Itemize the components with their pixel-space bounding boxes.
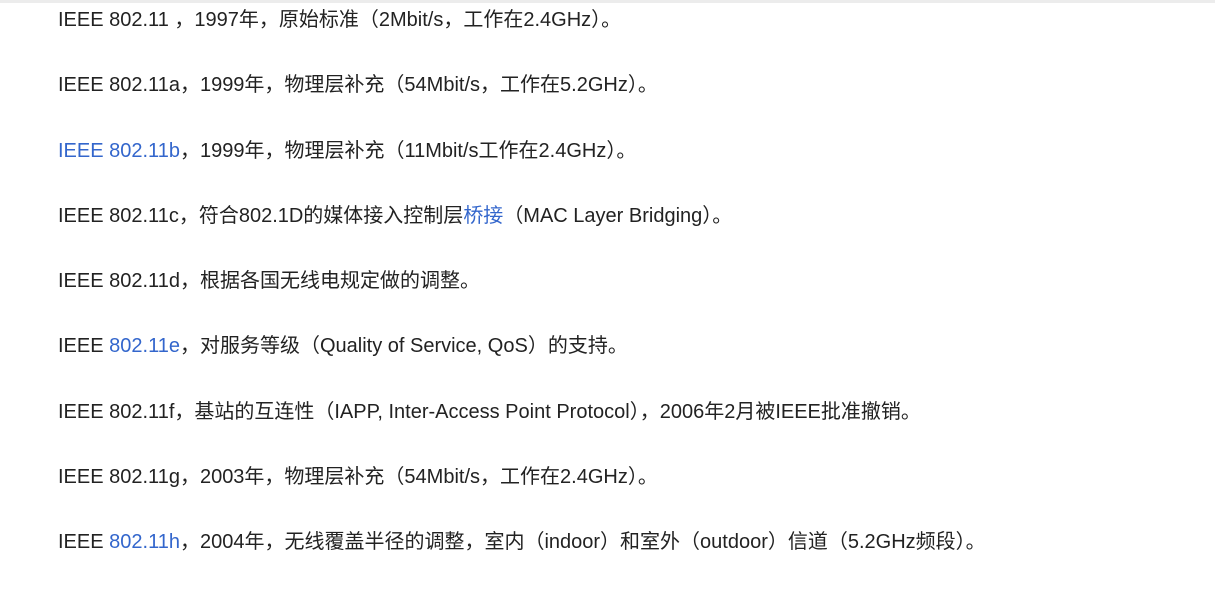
item-text: IEEE — [58, 335, 110, 358]
item-text: IEEE 802.11f，基站的互连性（IAPP, Inter-Access P… — [58, 400, 921, 423]
item-text: ，1999年，物理层补充（11Mbit/s工作在2.4GHz）。 — [179, 139, 637, 162]
list-item: IEEE 802.11e，对服务等级（Quality of Service, Q… — [58, 330, 986, 395]
item-text: IEEE — [58, 531, 110, 554]
item-text: （MAC Layer Bridging）。 — [503, 204, 733, 227]
list-item: IEEE 802.11c，符合802.1D的媒体接入控制层桥接（MAC Laye… — [58, 200, 986, 265]
text-link[interactable]: 802.11h — [109, 531, 180, 553]
list-item: IEEE 802.11g，2003年，物理层补充（54Mbit/s，工作在2.4… — [58, 461, 986, 526]
item-text: IEEE 802.11a，1999年，物理层补充（54Mbit/s，工作在5.2… — [58, 74, 658, 97]
item-text: ，对服务等级（Quality of Service, QoS）的支持。 — [179, 335, 628, 358]
item-text: IEEE 802.11d，根据各国无线电规定做的调整。 — [58, 270, 480, 293]
ieee-standards-list: IEEE 802.11 ，1997年，原始标准（2Mbit/s，工作在2.4GH… — [58, 4, 986, 592]
item-text: ，2004年，无线覆盖半径的调整，室内（indoor）和室外（outdoor）信… — [179, 531, 986, 554]
text-link[interactable]: 802.11e — [109, 335, 180, 357]
list-item: IEEE 802.11a，1999年，物理层补充（54Mbit/s，工作在5.2… — [58, 69, 986, 134]
list-item: IEEE 802.11h，2004年，无线覆盖半径的调整，室内（indoor）和… — [58, 526, 986, 591]
item-text: IEEE 802.11g，2003年，物理层补充（54Mbit/s，工作在2.4… — [58, 466, 658, 489]
item-text: IEEE 802.11 ，1997年，原始标准（2Mbit/s，工作在2.4GH… — [58, 9, 622, 31]
item-text: IEEE 802.11c，符合802.1D的媒体接入控制层 — [58, 204, 464, 227]
text-link[interactable]: IEEE 802.11b — [58, 140, 180, 162]
list-item: IEEE 802.11b，1999年，物理层补充（11Mbit/s工作在2.4G… — [58, 135, 986, 200]
list-item: IEEE 802.11 ，1997年，原始标准（2Mbit/s，工作在2.4GH… — [58, 4, 986, 69]
top-divider — [0, 0, 1215, 3]
text-link[interactable]: 桥接 — [463, 205, 503, 227]
list-item: IEEE 802.11d，根据各国无线电规定做的调整。 — [58, 265, 986, 330]
list-item: IEEE 802.11f，基站的互连性（IAPP, Inter-Access P… — [58, 396, 986, 461]
